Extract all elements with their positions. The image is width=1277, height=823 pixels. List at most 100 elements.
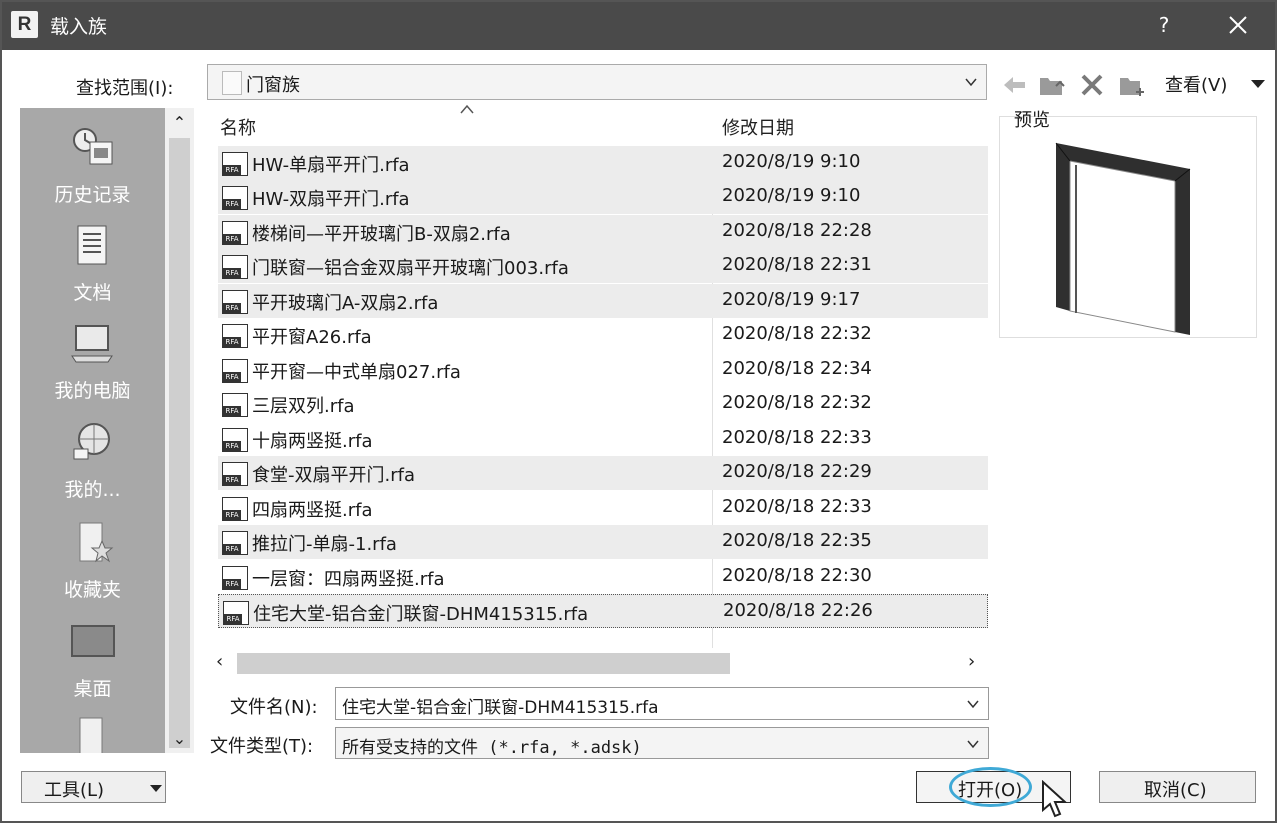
file-name: 楼梯间—平开玻璃门B-双扇2.rfa <box>252 224 511 245</box>
place-history[interactable]: 历史记录 <box>20 118 165 213</box>
tools-label: 工具(L) <box>44 780 105 801</box>
column-header-name[interactable]: 名称 <box>220 114 256 140</box>
place-label: 我的... <box>64 479 121 501</box>
place-label: 桌面 <box>73 678 112 700</box>
sort-ascending-icon <box>460 104 474 114</box>
file-row[interactable]: HW-单扇平开门.rfa 2020/8/19 9:10 <box>218 146 988 180</box>
place-computer[interactable]: 我的电脑 <box>20 314 165 409</box>
rfa-file-icon <box>222 393 248 417</box>
scroll-up-icon[interactable]: ⌃ <box>169 112 190 134</box>
file-row[interactable]: 平开玻璃门A-双扇2.rfa 2020/8/19 9:17 <box>218 284 988 318</box>
scroll-down-icon[interactable]: ⌄ <box>169 728 190 750</box>
rfa-file-icon <box>222 290 248 314</box>
view-menu[interactable]: 查看(V) <box>1165 71 1227 97</box>
filetype-dropdown[interactable]: 所有受支持的文件 (*.rfa, *.adsk) <box>335 727 989 759</box>
place-favorites[interactable]: 收藏夹 <box>20 513 165 608</box>
network-icon <box>73 423 110 460</box>
file-name: 推拉门-单扇-1.rfa <box>252 534 397 555</box>
favorites-icon <box>79 522 114 563</box>
rfa-file-icon <box>223 601 249 625</box>
file-date: 2020/8/19 9:10 <box>722 185 861 206</box>
lookin-dropdown[interactable]: 门窗族 <box>207 64 987 100</box>
place-documents[interactable]: 文档 <box>20 216 165 311</box>
close-button[interactable] <box>1216 8 1260 42</box>
place-label: 历史记录 <box>54 184 131 206</box>
delete-icon[interactable] <box>1078 72 1106 98</box>
desktop-icon <box>71 625 115 657</box>
folder-icon <box>79 717 103 753</box>
rfa-file-icon <box>222 566 248 590</box>
file-row[interactable]: 十扇两竖挺.rfa 2020/8/18 22:33 <box>218 422 988 456</box>
places-bar: 历史记录 文档 我的电脑 我的... 收藏夹 桌面 <box>20 108 165 753</box>
file-name: 平开窗A26.rfa <box>252 327 372 348</box>
file-list: 名称 修改日期 HW-单扇平开门.rfa 2020/8/19 9:10 HW-双扇… <box>210 104 988 649</box>
rfa-file-icon <box>222 359 248 383</box>
file-date: 2020/8/18 22:34 <box>722 358 872 379</box>
file-row[interactable]: 门联窗—铝合金双扇平开玻璃门003.rfa 2020/8/18 22:31 <box>218 249 988 283</box>
place-desktop[interactable]: 桌面 <box>20 612 165 707</box>
cancel-button[interactable]: 取消(C) <box>1099 771 1256 803</box>
rfa-file-icon <box>222 531 248 555</box>
file-name: 平开玻璃门A-双扇2.rfa <box>252 293 439 314</box>
file-date: 2020/8/18 22:33 <box>722 496 872 517</box>
file-name: 住宅大堂-铝合金门联窗-DHM415315.rfa <box>253 604 589 625</box>
place-label: 文档 <box>73 282 112 304</box>
preview-panel <box>999 116 1257 338</box>
title-bar: R 载入族 ? <box>0 0 1277 50</box>
column-header-date[interactable]: 修改日期 <box>722 114 794 140</box>
file-name: 一层窗：四扇两竖挺.rfa <box>252 569 445 590</box>
revit-logo-icon: R <box>11 11 38 38</box>
folder-icon <box>222 71 242 95</box>
chevron-down-icon[interactable] <box>966 697 980 711</box>
place-more[interactable] <box>20 708 165 753</box>
file-date: 2020/8/18 22:35 <box>722 530 872 551</box>
file-row-selected[interactable]: 住宅大堂-铝合金门联窗-DHM415315.rfa 2020/8/18 22:26 <box>218 594 988 628</box>
file-date: 2020/8/18 22:29 <box>722 461 872 482</box>
file-name: 四扇两竖挺.rfa <box>252 500 373 521</box>
filename-label: 文件名(N): <box>230 697 318 718</box>
file-row[interactable]: HW-双扇平开门.rfa 2020/8/19 9:10 <box>218 180 988 214</box>
file-row[interactable]: 三层双列.rfa 2020/8/18 22:32 <box>218 387 988 421</box>
close-icon <box>1229 16 1247 34</box>
places-scrollbar[interactable]: ⌃ ⌄ <box>165 108 194 753</box>
filetype-value: 所有受支持的文件 (*.rfa, *.adsk) <box>342 738 642 758</box>
file-row[interactable]: 推拉门-单扇-1.rfa 2020/8/18 22:35 <box>218 525 988 559</box>
scroll-right-icon[interactable]: › <box>968 651 975 672</box>
lookin-value: 门窗族 <box>246 75 300 96</box>
scroll-left-icon[interactable]: ‹ <box>216 651 223 672</box>
filename-input[interactable]: 住宅大堂-铝合金门联窗-DHM415315.rfa <box>335 687 989 720</box>
door-preview-image <box>1055 142 1191 335</box>
mouse-cursor-icon <box>1042 780 1068 818</box>
rfa-file-icon <box>222 186 248 210</box>
hscroll-thumb[interactable] <box>237 653 730 674</box>
file-row[interactable]: 楼梯间—平开玻璃门B-双扇2.rfa 2020/8/18 22:28 <box>218 215 988 249</box>
computer-icon <box>71 325 113 363</box>
file-row[interactable]: 平开窗—中式单扇027.rfa 2020/8/18 22:34 <box>218 353 988 387</box>
help-button[interactable]: ? <box>1148 8 1180 42</box>
rfa-file-icon <box>222 221 248 245</box>
view-dropdown-arrow-icon[interactable] <box>1251 80 1265 88</box>
cancel-label: 取消(C) <box>1144 780 1207 801</box>
file-row[interactable]: 四扇两竖挺.rfa 2020/8/18 22:33 <box>218 491 988 525</box>
file-date: 2020/8/18 22:32 <box>722 392 872 413</box>
file-date: 2020/8/18 22:32 <box>722 323 872 344</box>
rfa-file-icon <box>222 324 248 348</box>
up-folder-icon[interactable] <box>1038 72 1066 98</box>
file-date: 2020/8/18 22:26 <box>723 600 873 621</box>
file-date: 2020/8/19 9:10 <box>722 151 861 172</box>
file-name: 三层双列.rfa <box>252 396 355 417</box>
place-network[interactable]: 我的... <box>20 413 165 508</box>
history-icon <box>73 128 113 165</box>
documents-icon <box>77 225 107 265</box>
back-icon[interactable] <box>1000 72 1028 98</box>
tools-button[interactable]: 工具(L) <box>21 771 166 803</box>
file-list-hscrollbar[interactable]: ‹ › <box>210 650 988 676</box>
new-folder-icon[interactable] <box>1118 72 1146 98</box>
file-name: 门联窗—铝合金双扇平开玻璃门003.rfa <box>252 258 569 279</box>
file-row[interactable]: 一层窗：四扇两竖挺.rfa 2020/8/18 22:30 <box>218 560 988 594</box>
file-row[interactable]: 食堂-双扇平开门.rfa 2020/8/18 22:29 <box>218 456 988 490</box>
place-label: 收藏夹 <box>63 579 121 601</box>
scrollbar-thumb[interactable] <box>169 138 190 748</box>
file-row[interactable]: 平开窗A26.rfa 2020/8/18 22:32 <box>218 318 988 352</box>
file-date: 2020/8/18 22:31 <box>722 254 872 275</box>
